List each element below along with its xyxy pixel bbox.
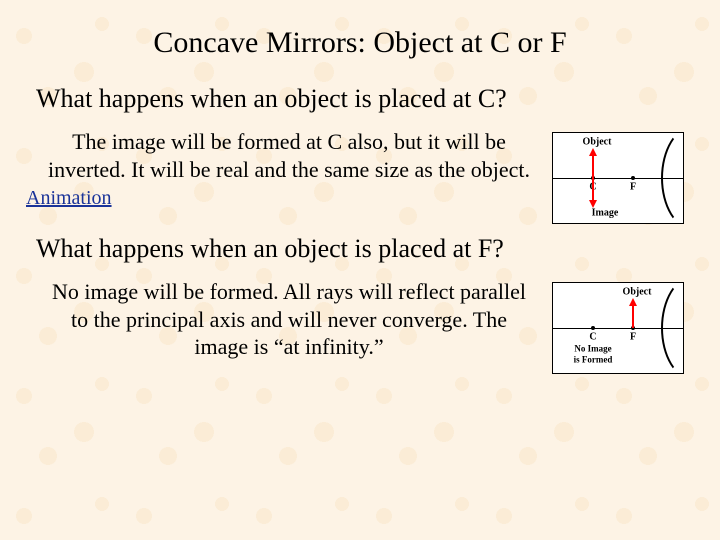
section2-heading: What happens when an object is placed at… [36, 234, 684, 264]
label-no-image-2: is Formed [574, 355, 613, 364]
section1-body-col: The image will be formed at C also, but … [36, 128, 542, 210]
diagram-object-at-f: C F Object No Image is Formed [552, 282, 684, 374]
label-object-2: Object [623, 287, 652, 298]
label-c-2: C [589, 332, 596, 343]
section2-row: No image will be formed. All rays will r… [36, 278, 684, 374]
section1-heading: What happens when an object is placed at… [36, 84, 684, 114]
label-object: Object [583, 137, 612, 148]
object-arrow-stem-2 [632, 305, 634, 328]
label-no-image-1: No Image [574, 344, 611, 353]
animation-link[interactable]: Animation [26, 187, 112, 210]
section2-body: No image will be formed. All rays will r… [36, 278, 542, 361]
label-f-2: F [630, 332, 636, 343]
mirror-icon [661, 126, 720, 230]
mirror-icon-2 [661, 276, 720, 380]
image-arrow-stem [592, 178, 594, 201]
section1-row: The image will be formed at C also, but … [36, 128, 684, 224]
object-arrow-icon [589, 148, 597, 156]
section1-body: The image will be formed at C also, but … [36, 128, 542, 183]
page-title: Concave Mirrors: Object at C or F [36, 26, 684, 60]
point-f-icon [631, 176, 635, 180]
object-arrow-stem [592, 155, 594, 178]
object-arrow-icon-2 [629, 298, 637, 306]
point-c-icon-2 [591, 326, 595, 330]
diagram-object-at-c: C F Object Image [552, 132, 684, 224]
slide: Concave Mirrors: Object at C or F What h… [0, 0, 720, 540]
label-f: F [630, 182, 636, 193]
label-image: Image [592, 208, 619, 219]
section2-body-col: No image will be formed. All rays will r… [36, 278, 542, 365]
